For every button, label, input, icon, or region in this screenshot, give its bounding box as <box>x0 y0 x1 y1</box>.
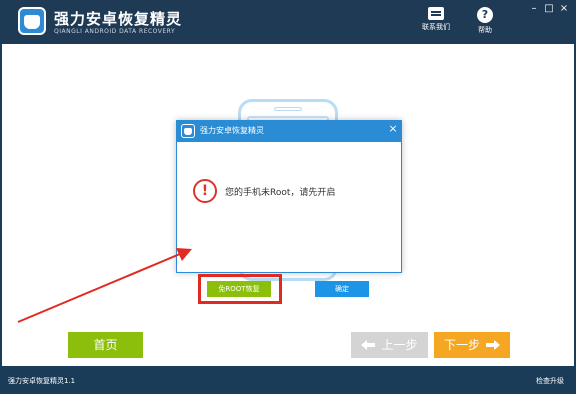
arrow-right-icon <box>486 339 500 350</box>
title-bar: 强力安卓恢复精灵 QIANGLI ANDROID DATA RECOVERY 联… <box>2 0 574 44</box>
main-content: 强力安卓恢复精灵 × ! 您的手机未Root，请先开启 免ROOT恢复 确定 首… <box>2 44 574 366</box>
ok-button[interactable]: 确定 <box>315 281 369 297</box>
previous-step-button[interactable]: 上一步 <box>351 332 428 358</box>
app-window: 强力安卓恢复精灵 QIANGLI ANDROID DATA RECOVERY 联… <box>2 0 574 394</box>
dialog-title: 强力安卓恢复精灵 <box>200 126 264 135</box>
close-window-button[interactable]: × <box>558 3 570 15</box>
chat-icon <box>428 7 444 20</box>
warning-icon: ! <box>193 179 217 203</box>
check-update-link[interactable]: 检查升级 <box>536 376 564 386</box>
maximize-button[interactable]: □ <box>543 3 555 15</box>
app-subtitle: QIANGLI ANDROID DATA RECOVERY <box>54 28 176 35</box>
question-icon: ? <box>477 7 493 23</box>
status-bar: 强力安卓恢复精灵1.1 检查升级 <box>2 366 574 394</box>
dialog-message: 您的手机未Root，请先开启 <box>225 188 336 198</box>
app-title: 强力安卓恢复精灵 <box>54 10 183 28</box>
dialog-title-bar: 强力安卓恢复精灵 × <box>177 121 401 142</box>
phone-speaker <box>274 107 302 111</box>
root-warning-dialog: 强力安卓恢复精灵 × ! 您的手机未Root，请先开启 <box>176 120 402 273</box>
minimize-button[interactable]: – <box>528 3 540 15</box>
previous-step-label: 上一步 <box>381 338 418 352</box>
contact-us-button[interactable]: 联系我们 <box>416 7 456 32</box>
dialog-logo-icon <box>181 124 195 138</box>
app-logo-icon <box>18 7 46 35</box>
version-label: 强力安卓恢复精灵1.1 <box>8 377 76 385</box>
next-step-button[interactable]: 下一步 <box>434 332 510 358</box>
contact-us-label: 联系我们 <box>422 23 450 31</box>
dialog-close-button[interactable]: × <box>387 122 399 135</box>
highlight-box <box>198 274 282 304</box>
help-label: 帮助 <box>478 26 492 34</box>
arrow-left-icon <box>361 339 376 350</box>
help-button[interactable]: ? 帮助 <box>468 7 502 35</box>
next-step-label: 下一步 <box>443 338 480 352</box>
home-button[interactable]: 首页 <box>68 332 143 358</box>
